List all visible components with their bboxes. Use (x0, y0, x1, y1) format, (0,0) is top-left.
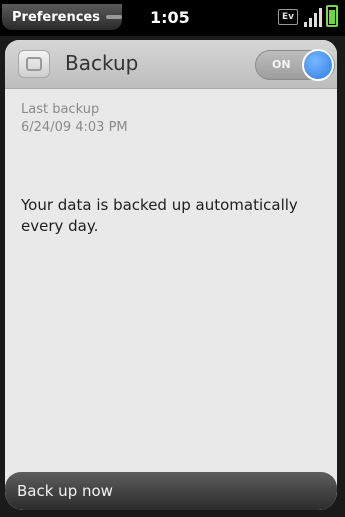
network-badge: Ev (278, 9, 298, 25)
toggle-knob[interactable] (302, 49, 334, 81)
app-menu-label: Preferences (12, 9, 100, 25)
toggle-label: ON (272, 58, 291, 71)
page-title: Backup (65, 51, 139, 75)
app-menu[interactable]: Preferences (2, 4, 122, 30)
status-bar: Preferences 1:05 Ev (0, 0, 345, 36)
header: Backup ON (5, 40, 337, 89)
backup-description: Your data is backed up automatically eve… (21, 196, 298, 235)
last-backup-value: 6/24/09 4:03 PM (21, 120, 128, 135)
clock: 1:05 (150, 8, 190, 27)
menu-arrow-icon (105, 15, 122, 19)
backup-icon (18, 50, 50, 78)
signal-icon (302, 7, 324, 27)
backup-card: Backup ON Last backup 6/24/09 4:03 PM Yo… (5, 40, 337, 510)
backup-toggle[interactable]: ON (255, 49, 335, 81)
last-backup-label: Last backup (21, 102, 100, 117)
back-up-now-button[interactable]: Back up now (5, 472, 337, 510)
back-up-now-label: Back up now (17, 482, 113, 500)
battery-icon (326, 5, 338, 27)
